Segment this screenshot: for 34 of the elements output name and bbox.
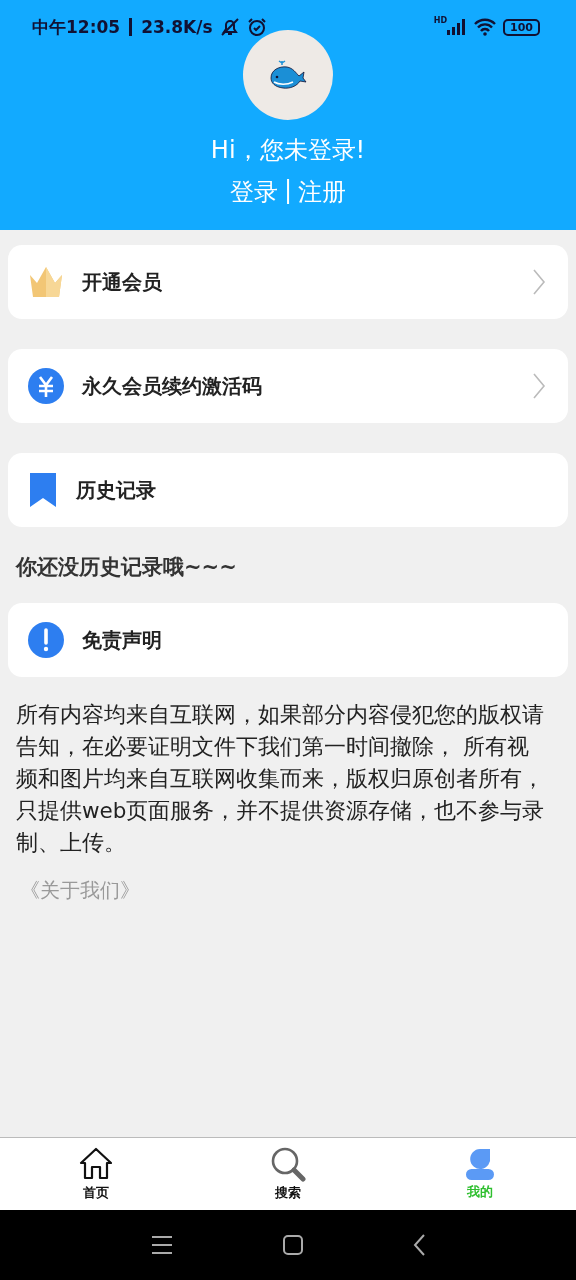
signal-icon bbox=[447, 19, 468, 35]
empty-history-text: 你还没历史记录哦~~~ bbox=[16, 554, 238, 581]
greeting: Hi，您未登录! bbox=[210, 135, 366, 166]
battery-icon: 100 bbox=[503, 18, 540, 36]
menu-card[interactable]: 永久会员续约激活码 bbox=[8, 349, 568, 423]
person-icon bbox=[464, 1147, 496, 1181]
wifi-icon bbox=[473, 18, 498, 36]
menu-label: 历史记录 bbox=[76, 476, 157, 504]
exclamation-icon bbox=[28, 622, 64, 658]
separator: | bbox=[283, 176, 293, 206]
back-icon[interactable] bbox=[413, 1234, 425, 1256]
menu-icon[interactable] bbox=[151, 1235, 173, 1255]
network-label: HD bbox=[433, 16, 448, 25]
status-time: 中午12:05 bbox=[32, 15, 121, 39]
menu-label: 开通会员 bbox=[82, 268, 163, 296]
nav-tab[interactable]: 首页 bbox=[0, 1138, 192, 1210]
chevron-icon bbox=[532, 268, 546, 296]
nav-tab[interactable]: 搜索 bbox=[192, 1138, 384, 1210]
menu-card[interactable]: 免责声明 bbox=[8, 603, 568, 677]
search-icon bbox=[270, 1146, 306, 1182]
menu-card[interactable]: 开通会员 bbox=[8, 245, 568, 319]
menu-card[interactable]: 历史记录 bbox=[8, 453, 568, 527]
crown-icon bbox=[28, 265, 64, 299]
home-icon bbox=[78, 1146, 114, 1182]
home-button-icon[interactable] bbox=[283, 1235, 303, 1255]
alarm-icon bbox=[246, 17, 267, 37]
network-speed: 23.8K/s bbox=[141, 17, 213, 37]
bookmark-icon bbox=[28, 471, 58, 509]
chevron-icon bbox=[532, 372, 546, 400]
whale-icon bbox=[268, 59, 308, 91]
yen-icon bbox=[28, 368, 64, 404]
menu-label: 免责声明 bbox=[82, 626, 163, 654]
disclaimer-text: 所有内容均来自互联网，如果部分内容侵犯您的版权请告知，在必要证明文件下我们第一时间撤除， 所有视频和图片均来自互联网收集而来，版权归原创者所有，只提供web页面服务，并不提供资源存储，也不参与录制、上传。 bbox=[16, 701, 546, 857]
menu-label: 永久会员续约激活码 bbox=[82, 372, 263, 400]
